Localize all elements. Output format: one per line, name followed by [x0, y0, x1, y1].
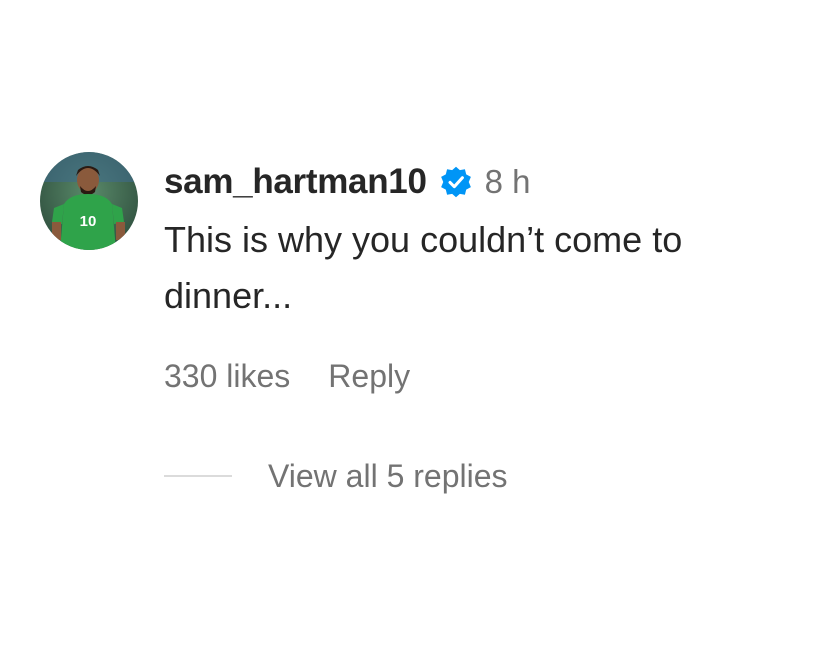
replies-divider [164, 475, 232, 477]
comment-body: sam_hartman10 8 h This is why you couldn… [164, 152, 814, 498]
avatar[interactable]: 10 [40, 152, 138, 250]
avatar-image: 10 [40, 152, 138, 250]
reply-button[interactable]: Reply [328, 358, 410, 395]
comment: 10 sam_hartman10 8 h This is why you cou… [40, 152, 820, 512]
verified-badge-icon [439, 165, 473, 199]
username-link[interactable]: sam_hartman10 [164, 162, 427, 202]
replies-row: View all 5 replies [164, 454, 814, 498]
likes-count[interactable]: 330 likes [164, 358, 290, 395]
comment-text: This is why you couldn’t come to dinner.… [164, 219, 683, 316]
comment-header: sam_hartman10 8 h [164, 152, 814, 212]
timestamp: 8 h [484, 163, 531, 200]
svg-text:10: 10 [80, 213, 97, 230]
view-replies-button[interactable]: View all 5 replies [268, 458, 508, 495]
comment-actions: 330 likes Reply [164, 354, 814, 398]
